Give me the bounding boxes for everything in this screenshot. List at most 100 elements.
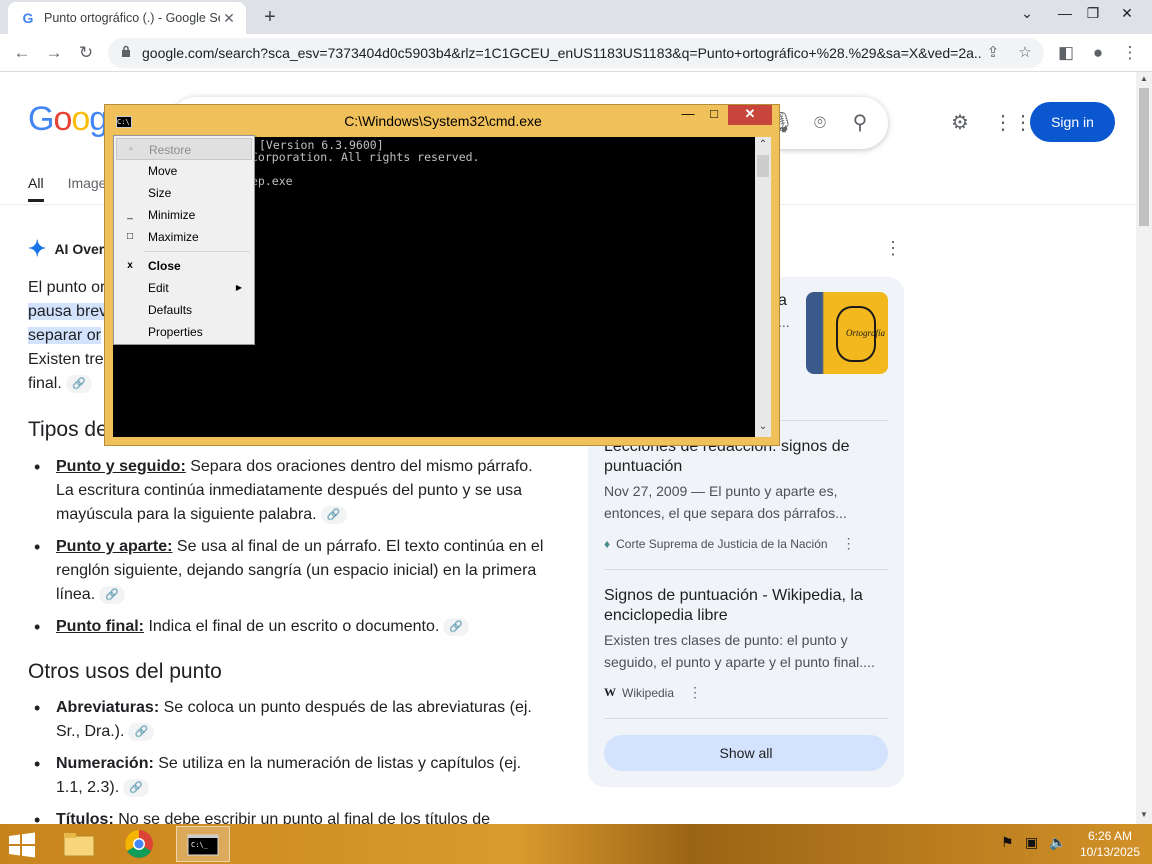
tab-all[interactable]: All — [28, 175, 44, 202]
section-heading: Otros usos del punto — [28, 660, 222, 683]
menu-label: Edit — [148, 281, 169, 295]
window-restore-button[interactable]: ❐ — [1076, 0, 1110, 30]
windows-start-icon[interactable] — [6, 832, 38, 858]
chrome-taskbar-button[interactable] — [112, 826, 166, 862]
bullet-list-uses: Abreviaturas: Se coloca un punto después… — [28, 696, 548, 840]
cmd-scrollbar[interactable]: ⌃ ⌄ — [755, 137, 771, 437]
profile-avatar-icon[interactable]: ● — [1084, 39, 1112, 67]
cmd-titlebar[interactable]: C:\ C:\Windows\System32\cmd.exe — □ ✕ — [105, 105, 779, 135]
sign-in-button[interactable]: Sign in — [1030, 102, 1115, 142]
back-button[interactable]: ← — [8, 39, 36, 67]
source-card-title[interactable]: Signos de puntuación - Wikipedia, la enc… — [604, 586, 888, 626]
source-card-source: W Wikipedia ⋮ — [604, 684, 702, 701]
cmd-maximize-button[interactable]: □ — [703, 105, 725, 125]
menu-label: Maximize — [148, 230, 199, 244]
menu-item-minimize[interactable]: _ Minimize — [116, 204, 252, 226]
menu-label: Move — [148, 164, 178, 178]
url-text: google.com/search?sca_esv=7373404d0c5903… — [142, 45, 982, 61]
more-options-icon[interactable]: ⋮ — [688, 684, 702, 701]
browser-tab[interactable]: G Punto ortográfico (.) - Google Se ✕ — [8, 2, 246, 34]
link-icon[interactable]: 🔗 — [320, 505, 347, 524]
intro-line-highlighted: pausa breve — [28, 303, 117, 320]
scroll-up-icon[interactable]: ⌃ — [755, 139, 771, 150]
bullet-text: Indica el final de un escrito o document… — [148, 618, 440, 635]
action-center-flag-icon[interactable]: ⚑ — [1001, 834, 1014, 851]
bullet-term-link[interactable]: Punto y aparte: — [56, 538, 172, 555]
close-tab-icon[interactable]: ✕ — [220, 9, 238, 27]
bullet-list-types: Punto y seguido: Separa dos oraciones de… — [28, 455, 548, 647]
menu-item-edit[interactable]: Edit ▶ — [116, 277, 252, 299]
cmd-scrollbar-thumb[interactable] — [757, 155, 769, 177]
google-logo[interactable]: Googl — [28, 100, 115, 139]
book-thumbnail[interactable]: Ortografía — [806, 292, 888, 374]
lens-search-icon[interactable]: ⌾ — [807, 110, 833, 136]
menu-item-close[interactable]: x Close — [116, 255, 252, 277]
clock-date: 10/13/2025 — [1079, 845, 1141, 859]
menu-label: Properties — [148, 325, 203, 339]
show-all-button[interactable]: Show all — [604, 735, 888, 771]
address-bar[interactable]: google.com/search?sca_esv=7373404d0c5903… — [108, 38, 1044, 68]
menu-item-move[interactable]: Move — [116, 160, 252, 182]
scroll-down-icon[interactable]: ▼ — [1136, 810, 1152, 819]
menu-item-defaults[interactable]: Defaults — [116, 299, 252, 321]
source-name: Wikipedia — [622, 685, 675, 700]
reload-button[interactable]: ↻ — [72, 39, 100, 67]
side-panel-icon[interactable]: ◧ — [1052, 39, 1080, 67]
window-close-button[interactable]: ✕ — [1110, 0, 1144, 30]
settings-gear-icon[interactable]: ⚙ — [947, 110, 973, 136]
taskbar-clock[interactable]: 6:26 AM 10/13/2025 — [1072, 828, 1148, 860]
bullet-term-link[interactable]: Punto y seguido: — [56, 458, 186, 475]
link-icon[interactable]: 🔗 — [123, 778, 150, 797]
link-icon[interactable]: 🔗 — [443, 617, 470, 636]
list-item: Punto final: Indica el final de un escri… — [28, 615, 548, 639]
bullet-term: Numeración: — [56, 755, 154, 772]
file-explorer-taskbar-button[interactable] — [52, 826, 106, 862]
tab-title: Punto ortográfico (.) - Google Se — [44, 11, 220, 25]
link-icon[interactable]: 🔗 — [128, 722, 155, 741]
apps-grid-icon[interactable]: ⋮⋮ — [993, 110, 1033, 136]
volume-muted-icon[interactable]: 🔈 — [1049, 834, 1066, 851]
scroll-down-icon[interactable]: ⌄ — [755, 421, 771, 432]
more-options-icon[interactable]: ⋮ — [884, 238, 902, 259]
scrollbar-thumb[interactable] — [1139, 88, 1149, 226]
source-name: Corte Suprema de Justicia de la Nación — [616, 536, 828, 551]
cmd-close-button[interactable]: ✕ — [728, 105, 772, 125]
link-icon[interactable]: 🔗 — [99, 585, 126, 604]
card-divider — [604, 718, 888, 719]
source-card-snippet: Existen tres clases de punto: el punto y… — [604, 632, 875, 670]
scale-icon: ♦ — [604, 536, 611, 551]
scroll-up-icon[interactable]: ▲ — [1136, 74, 1152, 83]
maximize-icon: □ — [126, 231, 134, 242]
link-icon[interactable]: 🔗 — [65, 374, 92, 393]
menu-item-properties[interactable]: Properties — [116, 321, 252, 343]
submenu-arrow-icon: ▶ — [235, 283, 242, 292]
share-icon[interactable]: ⇪ — [982, 42, 1004, 64]
menu-item-size[interactable]: Size — [116, 182, 252, 204]
google-favicon-icon: G — [22, 10, 34, 26]
clock-time: 6:26 AM — [1087, 829, 1133, 843]
cmd-minimize-button[interactable]: — — [677, 105, 699, 125]
page-scrollbar[interactable]: ▲ ▼ — [1136, 72, 1152, 824]
menu-item-maximize[interactable]: □ Maximize — [116, 226, 252, 248]
cmd-taskbar-button[interactable]: C:\_ — [176, 826, 230, 862]
search-icon[interactable]: ⚲ — [847, 110, 873, 136]
tab-search-button[interactable]: ⌄ — [1010, 0, 1044, 30]
bullet-term-link[interactable]: Punto final: — [56, 618, 144, 635]
svg-text:C:\_: C:\_ — [191, 841, 209, 849]
chrome-menu-icon[interactable]: ⋮ — [1116, 39, 1144, 67]
forward-button[interactable]: → — [40, 39, 68, 67]
thumbnail-text: Ortografía — [846, 328, 886, 338]
minimize-icon: _ — [127, 209, 133, 220]
more-options-icon[interactable]: ⋮ — [842, 535, 856, 552]
menu-label: Defaults — [148, 303, 193, 317]
menu-label: Close — [148, 259, 181, 273]
new-tab-button[interactable]: + — [258, 5, 282, 29]
bookmark-star-icon[interactable]: ☆ — [1014, 42, 1036, 64]
list-item: Numeración: Se utiliza en la numeración … — [28, 752, 548, 800]
section-heading: Tipos de — [28, 418, 108, 441]
chrome-icon — [125, 830, 153, 858]
network-icon[interactable]: ▣ — [1025, 834, 1038, 851]
menu-item-restore[interactable]: ▫ Restore — [116, 138, 252, 160]
tab-strip: G Punto ortográfico (.) - Google Se ✕ + … — [0, 0, 1152, 34]
menu-label: Restore — [149, 143, 192, 157]
